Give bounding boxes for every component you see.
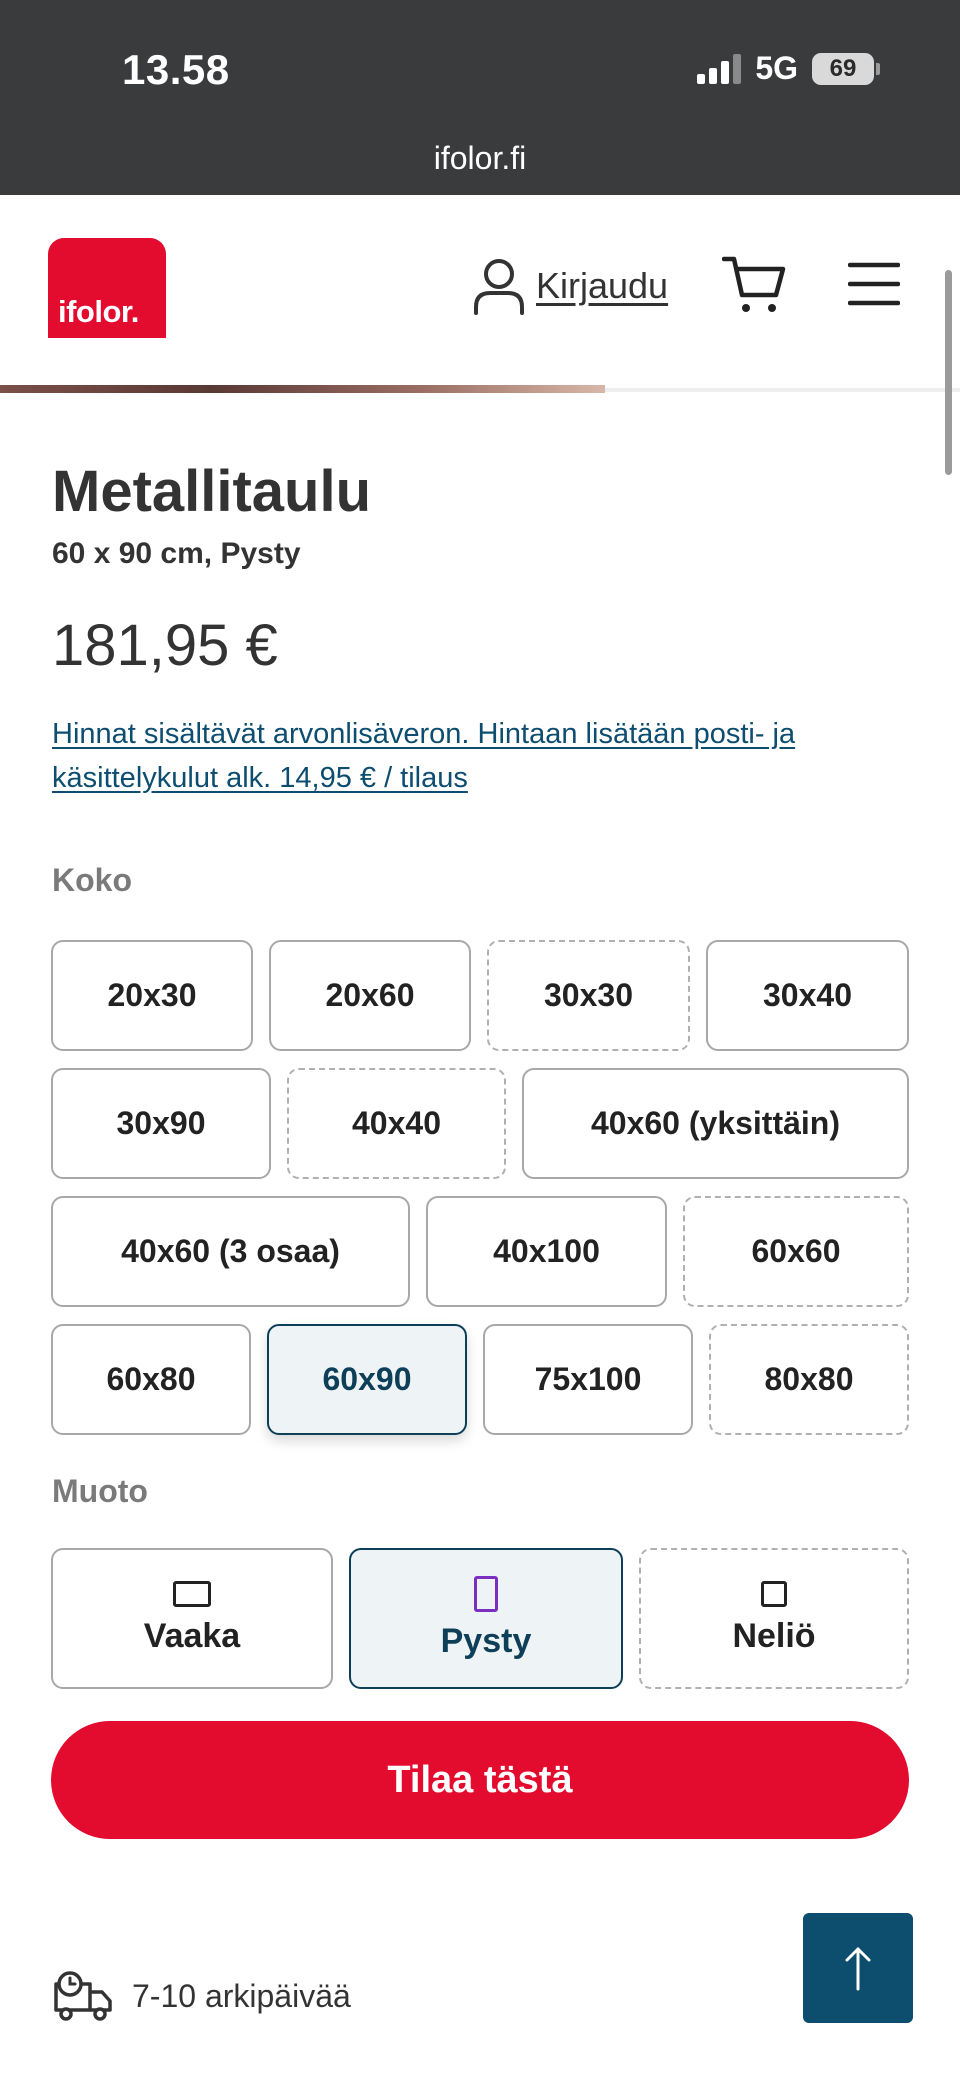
user-icon bbox=[474, 259, 524, 315]
status-indicators: 5G 69 bbox=[697, 50, 880, 87]
size-option-60x80[interactable]: 60x80 bbox=[51, 1324, 251, 1435]
shape-option-label: Vaaka bbox=[143, 1617, 241, 1655]
shape-option-pysty[interactable]: Pysty bbox=[349, 1548, 623, 1689]
delivery-info: 7-10 arkipäivää bbox=[52, 1970, 351, 2022]
product-subtitle: 60 x 90 cm, Pysty bbox=[52, 537, 301, 570]
size-option-30x40[interactable]: 30x40 bbox=[706, 940, 909, 1051]
shape-option-label: Neliö bbox=[732, 1617, 816, 1655]
menu-icon[interactable] bbox=[848, 259, 900, 309]
login-label: Kirjaudu bbox=[536, 265, 669, 306]
size-option-40x60-yksittain[interactable]: 40x60 (yksittäin) bbox=[522, 1068, 909, 1179]
shape-option-vaaka[interactable]: Vaaka bbox=[51, 1548, 333, 1689]
size-option-40x100[interactable]: 40x100 bbox=[426, 1196, 667, 1307]
size-option-20x60[interactable]: 20x60 bbox=[269, 940, 471, 1051]
shape-option-label: Pysty bbox=[440, 1622, 532, 1660]
product-image-edge bbox=[0, 385, 605, 393]
size-option-20x30[interactable]: 20x30 bbox=[51, 940, 253, 1051]
shape-option-nelio[interactable]: Neliö bbox=[639, 1548, 909, 1689]
logo-text: ifolor. bbox=[58, 294, 139, 329]
battery-level: 69 bbox=[812, 52, 874, 85]
product-price: 181,95 € bbox=[52, 613, 278, 678]
square-icon bbox=[761, 1581, 787, 1607]
size-option-60x90[interactable]: 60x90 bbox=[267, 1324, 467, 1435]
site-header: ifolor. Kirjaudu bbox=[0, 195, 960, 393]
size-option-40x40[interactable]: 40x40 bbox=[287, 1068, 506, 1179]
portrait-rectangle-icon bbox=[474, 1576, 498, 1612]
back-to-top-button[interactable] bbox=[803, 1913, 913, 2023]
cart-icon[interactable] bbox=[722, 253, 786, 317]
status-time: 13.58 bbox=[122, 46, 230, 93]
product-title: Metallitaulu bbox=[52, 459, 372, 524]
network-type: 5G bbox=[755, 50, 798, 86]
size-option-40x60-3-osaa[interactable]: 40x60 (3 osaa) bbox=[51, 1196, 410, 1307]
arrow-up-icon bbox=[845, 1947, 871, 1991]
landscape-rectangle-icon bbox=[173, 1581, 211, 1607]
page-scrollbar[interactable] bbox=[945, 270, 952, 475]
delivery-time: 7-10 arkipäivää bbox=[132, 1977, 351, 2014]
size-option-75x100[interactable]: 75x100 bbox=[483, 1324, 693, 1435]
shape-label: Muoto bbox=[52, 1473, 148, 1509]
status-bar: 13.58 5G 69 ifolor.fi bbox=[0, 0, 960, 195]
address-bar-url[interactable]: ifolor.fi bbox=[0, 140, 960, 177]
delivery-truck-clock-icon bbox=[54, 1971, 112, 2021]
shipping-vat-link[interactable]: Hinnat sisältävät arvonlisäveron. Hintaa… bbox=[52, 712, 902, 800]
size-option-30x30[interactable]: 30x30 bbox=[487, 940, 690, 1051]
size-label: Koko bbox=[52, 862, 132, 898]
size-option-60x60[interactable]: 60x60 bbox=[683, 1196, 909, 1307]
ifolor-logo[interactable]: ifolor. bbox=[48, 238, 166, 338]
battery-icon: 69 bbox=[812, 52, 880, 85]
size-option-30x90[interactable]: 30x90 bbox=[51, 1068, 271, 1179]
order-button[interactable]: Tilaa tästä bbox=[51, 1721, 909, 1839]
size-option-80x80[interactable]: 80x80 bbox=[709, 1324, 909, 1435]
signal-icon bbox=[697, 53, 742, 84]
login-link[interactable]: Kirjaudu bbox=[472, 257, 668, 315]
